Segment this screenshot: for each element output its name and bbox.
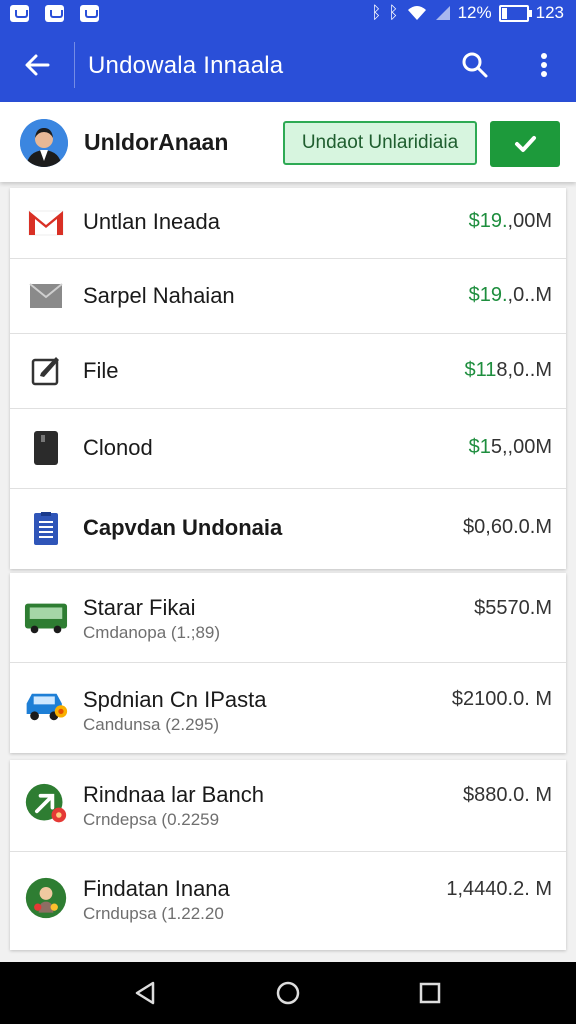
list-item[interactable]: Untlan Ineada $19.,00M [10,188,566,259]
transport-amount: $5570.M [474,597,552,619]
list-item[interactable]: Sarpel Nahaian $19.,0..M [10,259,566,334]
bus-icon [24,596,68,640]
status-bar: ᛒ ᛒ 12% 123 [0,0,576,28]
avatar[interactable] [20,119,68,167]
contact-label: Rindnaa lar Banch [83,782,265,807]
transport-sub: Cmdanopa (1.;89) [83,623,221,642]
food-avatar-icon [24,876,68,920]
bluetooth-icon: ᛒ [388,3,399,22]
list-item[interactable]: Starar Fikai Cmdanopa (1.;89) $5570.M [10,573,566,663]
account-label: Clonod [83,435,153,460]
arrow-badge-icon [24,782,68,826]
account-amount: $15,,00M [468,436,552,458]
list-item[interactable]: Spdnian Cn IPasta Candunsa (2.295) $2100… [10,663,566,753]
gmail-icon [24,201,68,245]
status-indicators: ᛒ ᛒ 12% 123 [371,3,564,23]
notification-icon [10,5,29,22]
page-title: Undowala Innaala [88,52,284,79]
profile-header: UnldorAnaan Undaot Unlaridiaia [0,102,576,182]
signal-icon [435,6,450,20]
pending-button[interactable]: Undaot Unlaridiaia [283,121,477,165]
account-label: File [83,358,119,383]
contact-amount: 1,4440.2. M [446,878,552,900]
notification-icon [45,5,64,22]
account-amount: $118,0..M [464,359,552,381]
wifi-icon [407,6,426,20]
search-icon[interactable] [460,50,490,80]
transport-sub: Candunsa (2.295) [83,715,220,734]
confirm-button[interactable] [490,121,560,167]
account-amount: $0,60.0.M [463,516,552,538]
account-label: Capvdan Undonaia [83,515,283,540]
phone-icon [24,426,68,470]
profile-name: UnldorAnaan [84,129,229,155]
clock: 123 [535,3,564,22]
person-icon [20,119,68,167]
check-icon [515,136,536,152]
back-arrow-icon[interactable] [22,50,52,80]
notification-icon [80,5,99,22]
account-label: Untlan Ineada [83,209,220,234]
list-item[interactable]: Findatan Inana Crndupsa (1.22.20 1,4440.… [10,852,566,950]
back-nav-icon[interactable] [131,979,159,1007]
accounts-list: Untlan Ineada $19.,00M Sarpel Nahaian $1… [10,188,566,569]
more-options-icon[interactable] [530,50,560,80]
contacts-list: Rindnaa lar Banch Crndepsa (0.2259 $880.… [10,760,566,950]
app-bar-divider [74,42,75,88]
list-item[interactable]: Clonod $15,,00M [10,409,566,489]
recents-nav-icon[interactable] [416,979,444,1007]
mail-icon [24,274,68,318]
transport-label: Spdnian Cn IPasta [83,687,267,712]
contact-sub: Crndepsa (0.2259 [83,810,220,829]
signal-percent: 12% [457,3,492,22]
transport-amount: $2100.0. M [451,688,552,710]
contact-label: Findatan Inana [83,876,230,901]
list-item[interactable]: File $118,0..M [10,334,566,409]
bluetooth-icon: ᛒ [371,3,382,22]
document-icon [24,507,68,551]
notification-icons [10,5,99,22]
transport-list: Starar Fikai Cmdanopa (1.;89) $5570.M Sp… [10,573,566,753]
transport-label: Starar Fikai [83,595,196,620]
battery-icon [498,4,532,22]
contact-sub: Crndupsa (1.22.20 [83,904,224,923]
account-amount: $19.,0..M [468,284,552,306]
contact-amount: $880.0. M [463,784,552,806]
account-amount: $19.,00M [468,210,552,232]
app-bar: Undowala Innaala [0,28,576,102]
home-nav-icon[interactable] [274,979,302,1007]
list-item[interactable]: Rindnaa lar Banch Crndepsa (0.2259 $880.… [10,760,566,852]
list-item[interactable]: Capvdan Undonaia $0,60.0.M [10,489,566,569]
account-label: Sarpel Nahaian [83,283,235,308]
car-icon [24,685,68,729]
system-nav-bar [0,962,576,1024]
edit-icon [24,349,68,393]
